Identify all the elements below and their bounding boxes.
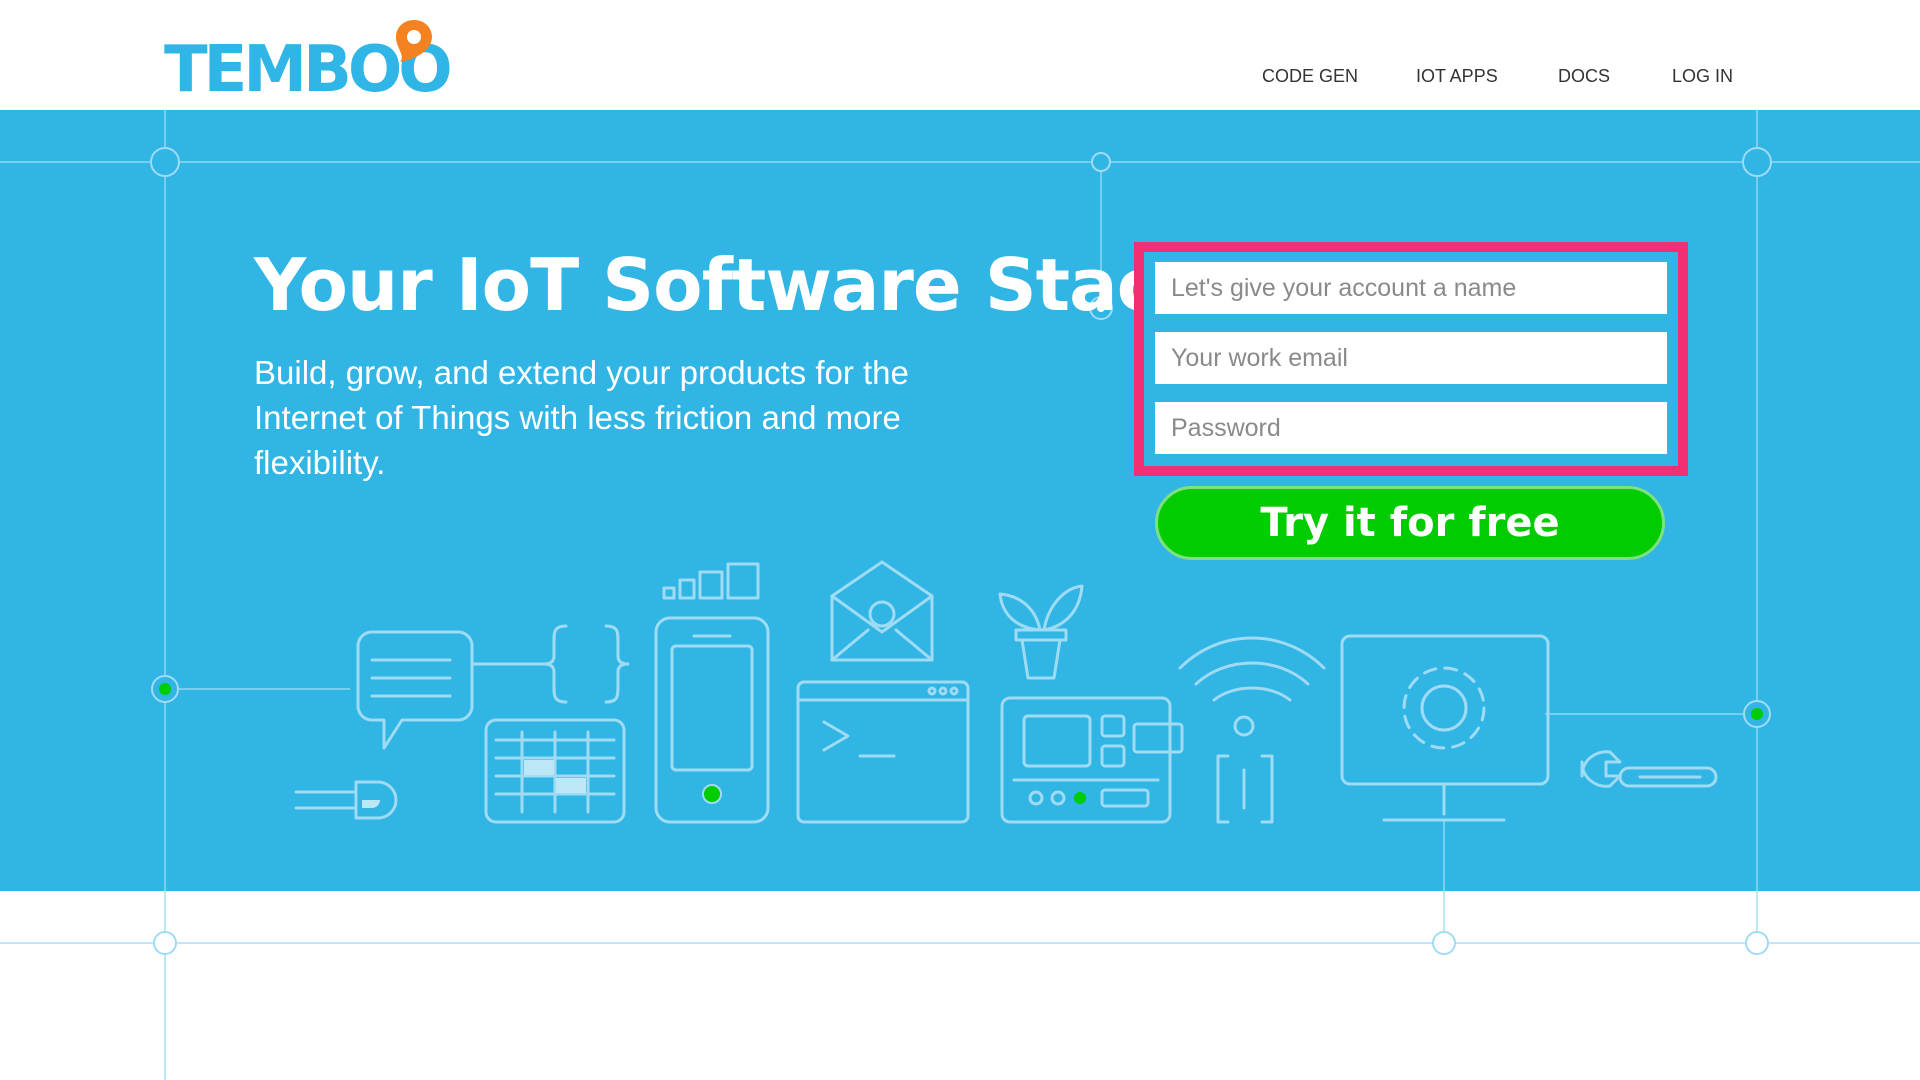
account-name-input[interactable]	[1155, 262, 1667, 314]
email-input[interactable]	[1155, 332, 1667, 384]
password-input[interactable]	[1155, 402, 1667, 454]
location-pin-icon	[396, 20, 432, 62]
try-free-button[interactable]: Try it for free	[1155, 486, 1665, 560]
temboo-logo[interactable]: TEMBOO	[160, 16, 453, 102]
nav-log-in[interactable]: LOG IN	[1672, 66, 1733, 87]
below-hero-area	[0, 891, 1920, 1080]
page-title: Your IoT Software Stack	[254, 243, 1206, 327]
site-header: TEMBOO CODE GEN IOT APPS DOCS	[0, 0, 1920, 110]
nav-docs[interactable]: DOCS	[1558, 66, 1610, 87]
nav-code-gen[interactable]: CODE GEN	[1262, 66, 1358, 87]
hero-subtext: Build, grow, and extend your products fo…	[254, 354, 909, 481]
nav-iot-apps[interactable]: IOT APPS	[1416, 66, 1498, 87]
